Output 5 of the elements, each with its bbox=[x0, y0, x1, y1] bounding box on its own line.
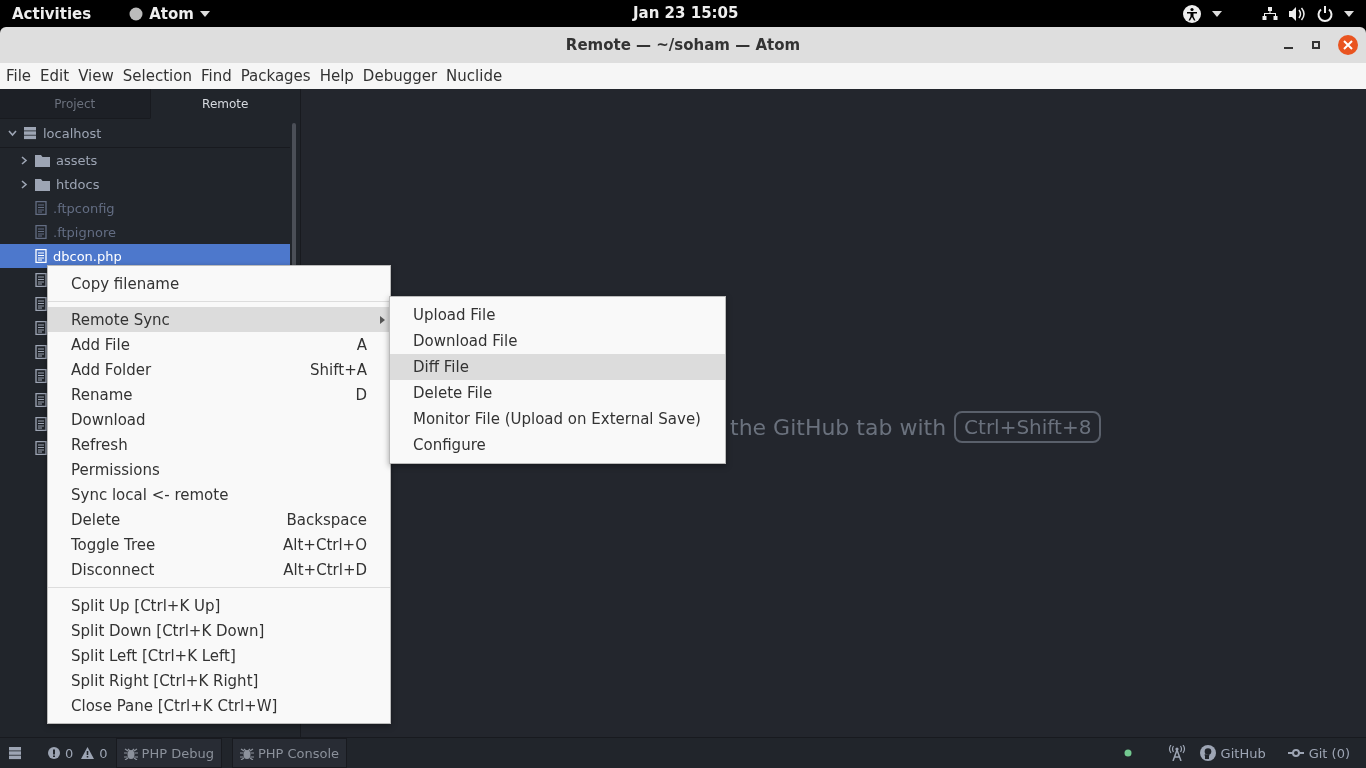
window-title: Remote — ~/soham — Atom bbox=[565, 36, 801, 54]
error-count: 0 bbox=[65, 745, 74, 761]
warning-count: 0 bbox=[99, 745, 108, 761]
hint-text: the GitHub tab with bbox=[730, 414, 947, 440]
keyboard-shortcut: Ctrl+Shift+8 bbox=[954, 411, 1102, 443]
